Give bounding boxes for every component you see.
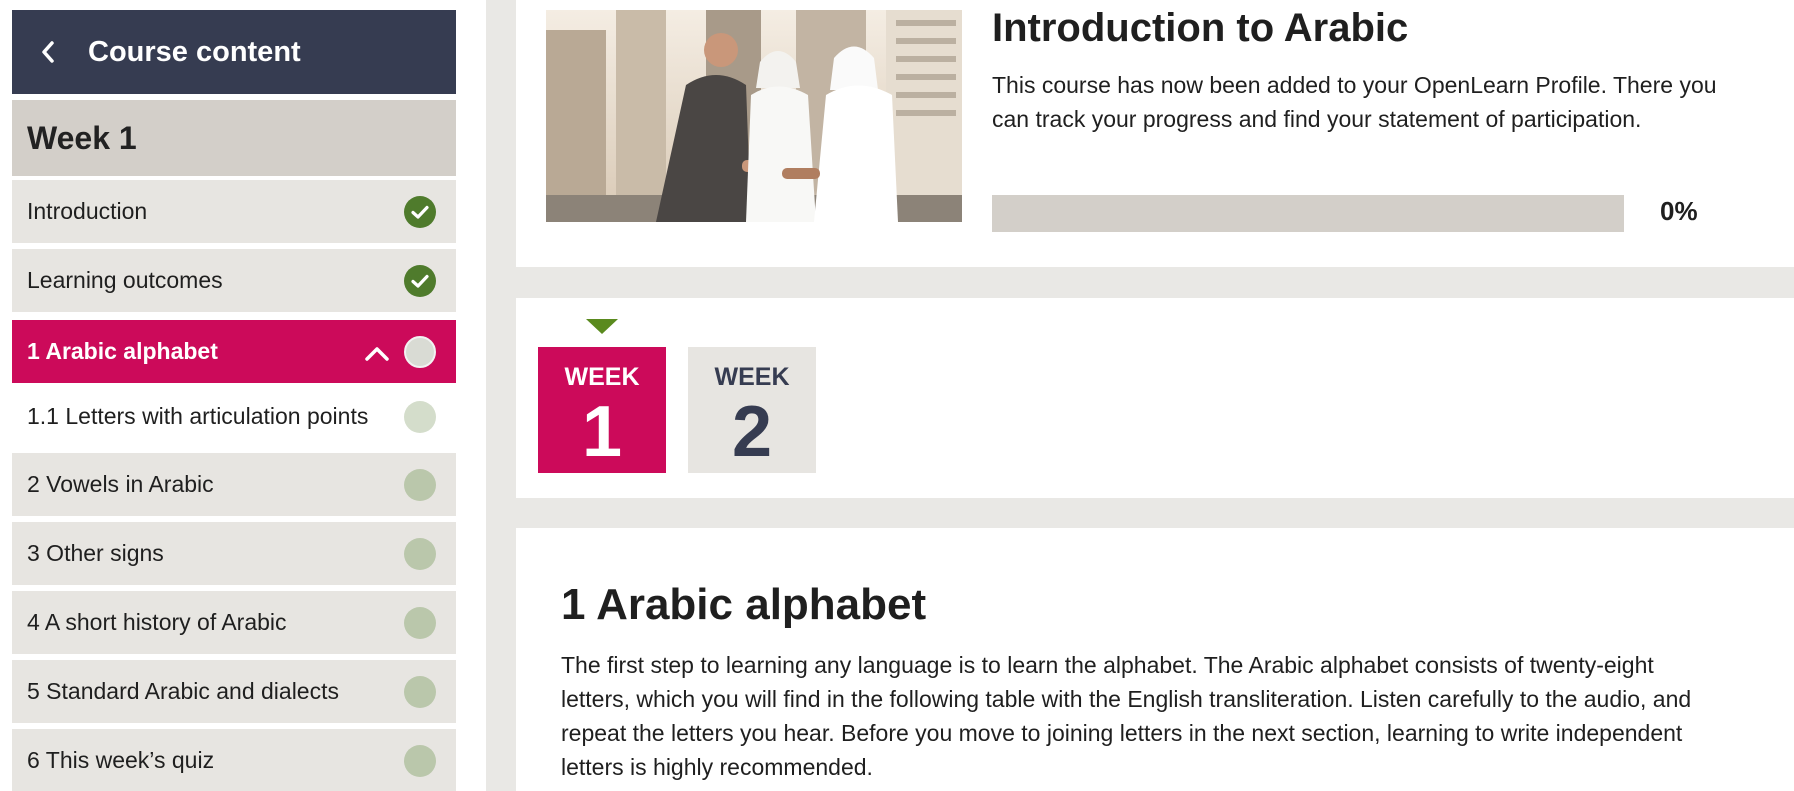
week-heading: Week 1 xyxy=(12,100,456,176)
sidebar-item-other-signs[interactable]: 3 Other signs xyxy=(12,522,456,585)
sidebar-item-arabic-alphabet[interactable]: 1 Arabic alphabet xyxy=(12,320,456,383)
sidebar-item-label: 1.1 Letters with articulation points xyxy=(27,403,369,429)
section-title: 1 Arabic alphabet xyxy=(561,580,927,629)
progress-circle-icon xyxy=(404,744,436,777)
sidebar-item-weeks-quiz[interactable]: 6 This week’s quiz xyxy=(12,729,456,791)
progress-circle-icon xyxy=(404,468,436,501)
week-1-tile[interactable]: WEEK 1 xyxy=(538,347,666,473)
sidebar-item-vowels[interactable]: 2 Vowels in Arabic xyxy=(12,453,456,516)
sidebar-item-letters-articulation[interactable]: 1.1 Letters with articulation points xyxy=(12,385,456,448)
progress-percentage: 0% xyxy=(1660,196,1698,226)
course-title: Introduction to Arabic xyxy=(992,6,1409,50)
course-sidebar: Course content Week 1 Introduction Learn… xyxy=(0,0,486,791)
sidebar-item-label: Learning outcomes xyxy=(27,267,223,293)
sidebar-item-learning-outcomes[interactable]: Learning outcomes xyxy=(12,249,456,312)
course-hero-image xyxy=(546,10,962,222)
course-content-header[interactable]: Course content xyxy=(12,10,456,94)
week-2-tile[interactable]: WEEK 2 xyxy=(688,347,816,473)
sidebar-item-label: 4 A short history of Arabic xyxy=(27,609,287,635)
progress-circle-icon xyxy=(404,335,436,368)
selected-week-indicator xyxy=(586,319,618,334)
course-description: This course has now been added to your O… xyxy=(992,72,1717,132)
sidebar-item-label: 2 Vowels in Arabic xyxy=(27,471,214,497)
course-progress-bar xyxy=(992,195,1624,232)
section-body-text: The first step to learning any language … xyxy=(561,652,1692,780)
sidebar-item-label: 6 This week’s quiz xyxy=(27,747,215,773)
sidebar-item-short-history[interactable]: 4 A short history of Arabic xyxy=(12,591,456,654)
progress-circle-icon xyxy=(404,675,436,708)
sidebar-item-standard-dialects[interactable]: 5 Standard Arabic and dialects xyxy=(12,660,456,723)
sidebar-item-label: 5 Standard Arabic and dialects xyxy=(27,678,339,704)
chevron-up-icon[interactable] xyxy=(364,342,390,369)
week-tile-number: 2 xyxy=(731,392,773,472)
check-circle-icon xyxy=(404,195,436,228)
week-tile-label: WEEK xyxy=(564,363,640,391)
sidebar-item-label: 3 Other signs xyxy=(27,540,164,566)
check-circle-icon xyxy=(404,264,436,297)
sidebar-item-introduction[interactable]: Introduction xyxy=(12,180,456,243)
course-content-title: Course content xyxy=(88,35,301,68)
week-tile-number: 1 xyxy=(581,392,623,472)
progress-circle-icon xyxy=(404,537,436,570)
sidebar-item-label: Introduction xyxy=(27,198,148,224)
week-tile-label: WEEK xyxy=(714,363,790,391)
progress-circle-icon xyxy=(404,400,436,433)
chevron-left-icon[interactable] xyxy=(40,40,80,64)
week-heading-label: Week 1 xyxy=(27,119,137,156)
progress-circle-icon xyxy=(404,606,436,639)
sidebar-item-label: 1 Arabic alphabet xyxy=(27,338,218,364)
